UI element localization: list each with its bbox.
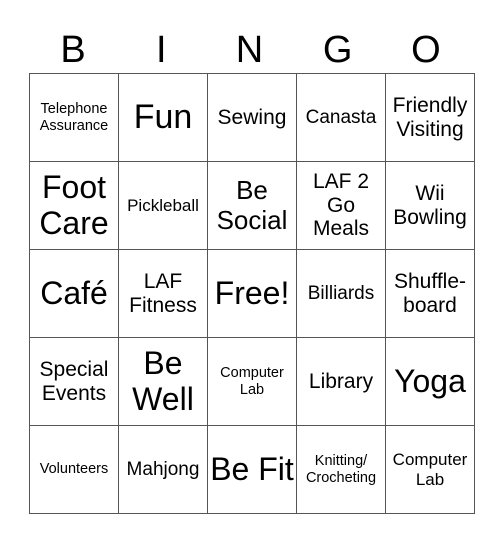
bingo-cell[interactable]: LAF 2 Go Meals (296, 161, 386, 250)
bingo-cell[interactable]: Volunteers (29, 425, 119, 514)
bingo-cell[interactable]: Be Fit (207, 425, 297, 514)
bingo-cell[interactable]: Knitting/ Crocheting (296, 425, 386, 514)
bingo-cell[interactable]: Mahjong (118, 425, 208, 514)
grid-row: Special Events Be Well Computer Lab Libr… (29, 337, 475, 426)
header-letter-n: N (235, 29, 264, 71)
bingo-cell[interactable]: Library (296, 337, 386, 426)
bingo-cell[interactable]: Special Events (29, 337, 119, 426)
header-letter-b: B (60, 29, 86, 71)
bingo-cell[interactable]: Yoga (385, 337, 475, 426)
grid-row: Café LAF Fitness Free! Billiards Shuffle… (29, 249, 475, 338)
bingo-cell[interactable]: Friendly Visiting (385, 73, 475, 162)
header-letter-g: G (322, 29, 353, 71)
bingo-cell[interactable]: Be Social (207, 161, 297, 250)
grid-row: Volunteers Mahjong Be Fit Knitting/ Croc… (29, 425, 475, 514)
header-letter-i: I (156, 29, 167, 71)
bingo-cell[interactable]: Fun (118, 73, 208, 162)
bingo-cell[interactable]: Be Well (118, 337, 208, 426)
bingo-cell[interactable]: Canasta (296, 73, 386, 162)
bingo-cell[interactable]: Computer Lab (385, 425, 475, 514)
bingo-cell[interactable]: Café (29, 249, 119, 338)
bingo-cell[interactable]: Shuffle-board (385, 249, 475, 338)
bingo-cell[interactable]: Pickleball (118, 161, 208, 250)
bingo-cell[interactable]: LAF Fitness (118, 249, 208, 338)
bingo-header: B I N G O (29, 28, 470, 72)
grid-row: Telephone Assurance Fun Sewing Canasta F… (29, 73, 475, 162)
bingo-card-grid: Telephone Assurance Fun Sewing Canasta F… (29, 73, 475, 514)
bingo-cell[interactable]: Foot Care (29, 161, 119, 250)
grid-row: Foot Care Pickleball Be Social LAF 2 Go … (29, 161, 475, 250)
bingo-cell[interactable]: Sewing (207, 73, 297, 162)
bingo-cell[interactable]: Wii Bowling (385, 161, 475, 250)
bingo-cell[interactable]: Computer Lab (207, 337, 297, 426)
header-letter-o: O (411, 29, 441, 71)
free-space-cell[interactable]: Free! (207, 249, 297, 338)
bingo-cell[interactable]: Telephone Assurance (29, 73, 119, 162)
bingo-cell[interactable]: Billiards (296, 249, 386, 338)
